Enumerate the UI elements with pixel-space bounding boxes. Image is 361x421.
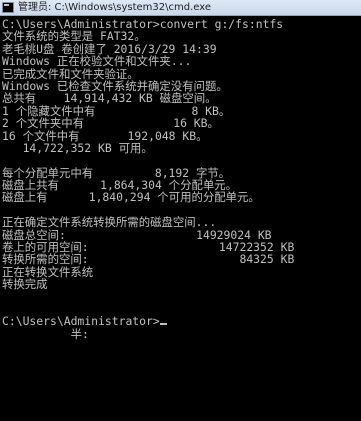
console-line: 磁盘上有 1,840,294 个可用的分配单元。 [2, 190, 260, 205]
console-line: 正在转换文件系统 [2, 264, 94, 279]
console-line: 14,722,352 KB 可用。 [2, 140, 153, 155]
command-prompt-line[interactable]: C:\Users\Administrator> [2, 315, 361, 328]
console-line: 转换所需的空间: 84325 KB [2, 252, 295, 267]
cmd-icon [2, 2, 14, 13]
title-bar[interactable]: 管理员: C:\Windows\system32\cmd.exe [0, 0, 361, 16]
console-line: 总共有 14,914,432 KB 磁盘空间。 [2, 91, 217, 106]
console-line: 2 个文件夹中有 16 KB。 [2, 116, 219, 131]
console-line: 正在确定文件系统转换所需的磁盘空间... [2, 215, 217, 230]
window-title: 管理员: C:\Windows\system32\cmd.exe [18, 1, 212, 13]
console-line: Windows 正在校验文件和文件夹... [2, 54, 192, 69]
console-output[interactable]: C:\Users\Administrator>convert g:/fs:ntf… [0, 18, 361, 421]
ime-status: 半: [2, 326, 89, 341]
cmd-window: 管理员: C:\Windows\system32\cmd.exe C:\User… [0, 0, 361, 421]
console-line: 转换完成 [2, 277, 48, 292]
console-line: 文件系统的类型是 FAT32。 [2, 29, 146, 44]
text-cursor [159, 323, 167, 326]
